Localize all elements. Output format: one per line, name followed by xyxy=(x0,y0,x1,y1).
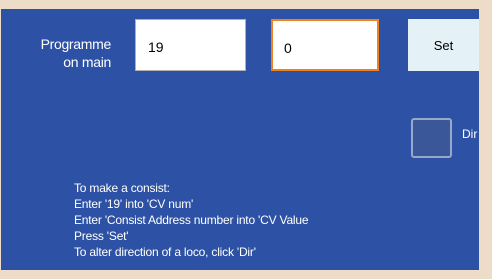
programme-label-line1: Programme xyxy=(40,36,112,52)
instruction-line: To make a consist: xyxy=(74,181,170,195)
cv-value-value: 0 xyxy=(284,40,292,56)
cv-number-field[interactable]: 19 xyxy=(135,19,246,71)
consist-panel: Programme on main 19 0 Set Dir To make a… xyxy=(1,9,479,270)
set-button[interactable]: Set xyxy=(408,19,479,71)
instruction-line: Enter '19' into 'CV num' xyxy=(74,197,194,211)
dir-label: Dir xyxy=(462,127,478,141)
instruction-line: Press 'Set' xyxy=(74,229,129,243)
programme-on-main-label: Programme on main xyxy=(9,35,112,71)
cv-number-value: 19 xyxy=(148,39,164,55)
instructions-text: To make a consist: Enter '19' into 'CV n… xyxy=(74,180,474,260)
programme-label-line2: on main xyxy=(63,54,111,70)
dir-checkbox[interactable] xyxy=(411,118,452,158)
cv-value-field[interactable]: 0 xyxy=(271,19,379,71)
instruction-line: Enter 'Consist Address number into 'CV V… xyxy=(74,213,309,227)
instruction-line: To alter direction of a loco, click 'Dir… xyxy=(74,245,256,259)
